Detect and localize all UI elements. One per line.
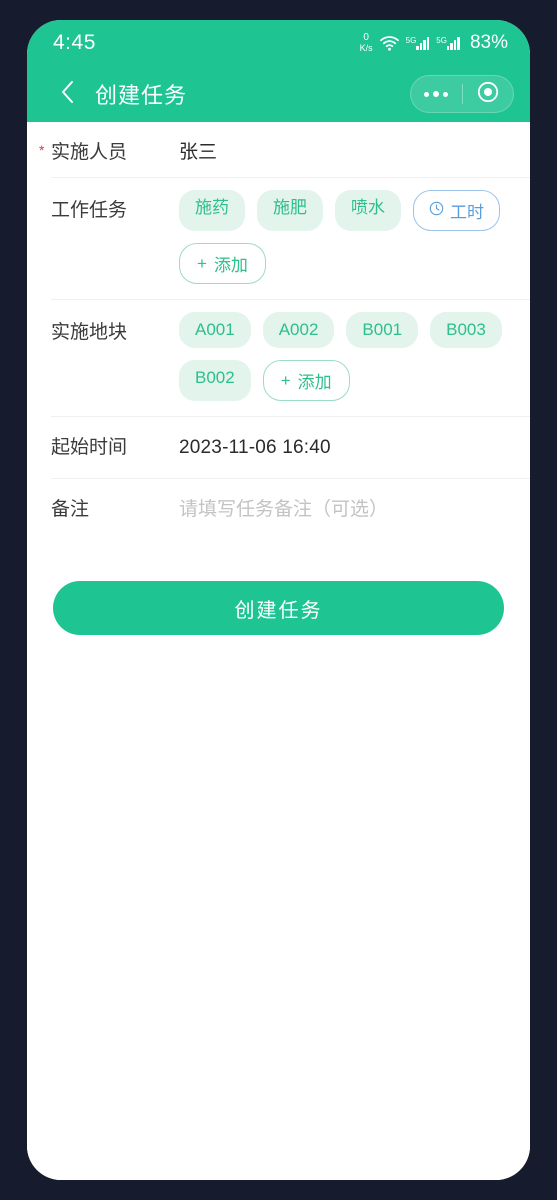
form-row-person[interactable]: * 实施人员 张三: [27, 122, 530, 178]
page-title: 创建任务: [95, 83, 188, 108]
form-row-plot: 实施地块 A001 A002 B001 B003 B002 + 添加: [27, 300, 530, 418]
plot-tag[interactable]: B003: [430, 312, 502, 349]
plus-icon: +: [280, 371, 291, 391]
battery-percentage: 83%: [469, 32, 508, 53]
signal-bars-sim1: [416, 36, 430, 50]
add-work-task-button[interactable]: + 添加: [179, 243, 266, 284]
status-bar-icons: 0 K/s 5G 5G 83%: [360, 32, 508, 54]
add-work-task-label: 添加: [213, 256, 248, 275]
capsule-menu-button[interactable]: [411, 76, 462, 112]
plot-tag[interactable]: B001: [346, 312, 419, 349]
start-time-value[interactable]: 2023-11-06 16:40: [179, 417, 506, 462]
submit-area: 创建任务: [27, 541, 530, 636]
plot-tag[interactable]: A002: [262, 312, 335, 349]
form-row-remark[interactable]: 备注 请填写任务备注（可选）: [27, 479, 530, 541]
work-hours-tag[interactable]: 工时: [413, 190, 500, 231]
person-label: 实施人员: [51, 142, 128, 163]
device-frame: 4:45 0 K/s 5G 5G 83% 创建任务 * 实施人员 张三 工作任务…: [6, 6, 551, 1194]
signal-bars-sim2: [446, 36, 460, 50]
phone-screen: 4:45 0 K/s 5G 5G 83% 创建任务 * 实施人员 张三 工作任务…: [27, 20, 530, 1180]
nav-bar: 创建任务: [27, 66, 530, 122]
work-task-tag[interactable]: 喷水: [335, 190, 401, 231]
plot-label: 实施地块: [51, 322, 128, 343]
network-speed-indicator: 0 K/s: [360, 33, 373, 53]
form-row-start-time[interactable]: 起始时间 2023-11-06 16:40: [27, 417, 530, 480]
work-hours-tag-label: 工时: [450, 203, 484, 222]
work-task-tag[interactable]: 施肥: [257, 190, 323, 231]
remark-input[interactable]: 请填写任务备注（可选）: [179, 479, 506, 524]
miniprogram-capsule: [410, 75, 514, 113]
signal-sim1-label: 5G: [405, 35, 417, 45]
plot-tag-list: A001 A002 B001 B003 B002 + 添加: [179, 300, 506, 417]
signal-sim2-label: 5G: [436, 35, 447, 45]
capsule-close-button[interactable]: [463, 76, 514, 112]
form-row-work-task: 工作任务 施药 施肥 喷水 工时 + 添加: [27, 178, 530, 300]
status-bar: 4:45 0 K/s 5G 5G 83%: [27, 20, 530, 66]
clock-icon: [429, 201, 444, 221]
more-dots-icon-dot1: [424, 91, 430, 97]
work-task-tag-list: 施药 施肥 喷水 工时 + 添加: [179, 178, 506, 300]
network-speed-value: 0: [363, 32, 369, 43]
network-speed-unit: K/s: [359, 43, 373, 53]
target-circle-icon: [477, 81, 499, 108]
plot-tag[interactable]: B002: [179, 360, 251, 402]
more-dots-icon-dot2: [433, 91, 440, 97]
wifi-icon: [379, 35, 399, 51]
work-task-tag[interactable]: 施药: [179, 190, 245, 231]
status-bar-time: 4:45: [53, 31, 96, 54]
required-asterisk: *: [39, 142, 45, 158]
signal-indicator-sim2: 5G: [436, 35, 460, 50]
work-task-label: 工作任务: [51, 200, 128, 221]
remark-label: 备注: [51, 499, 90, 521]
person-value[interactable]: 张三: [179, 122, 506, 167]
start-time-label: 起始时间: [51, 437, 128, 459]
back-button[interactable]: [51, 78, 83, 110]
plot-tag[interactable]: A001: [179, 312, 251, 349]
create-task-button[interactable]: 创建任务: [53, 581, 504, 636]
add-plot-label: 添加: [297, 373, 332, 393]
back-chevron-icon: [60, 80, 74, 109]
task-form: * 实施人员 张三 工作任务 施药 施肥 喷水 工时 + 添加 实施地块 A00…: [27, 122, 530, 1180]
add-plot-button[interactable]: + 添加: [262, 360, 350, 402]
plus-icon: +: [197, 254, 207, 273]
person-label-wrap: * 实施人员: [39, 122, 179, 167]
more-dots-icon-dot3: [443, 91, 449, 97]
signal-indicator-sim1: 5G: [405, 35, 430, 50]
